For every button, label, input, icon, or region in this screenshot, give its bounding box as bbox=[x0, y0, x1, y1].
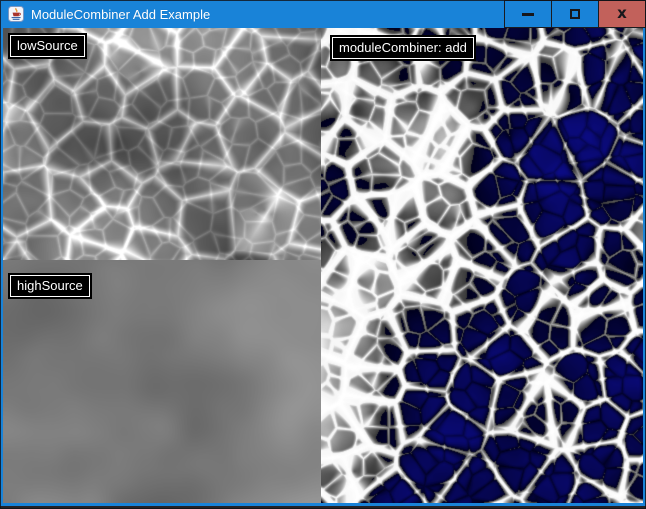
minimize-icon bbox=[522, 13, 534, 16]
modulecombiner-label-text: moduleCombiner: add bbox=[332, 37, 474, 59]
highsource-label: highSource bbox=[8, 273, 92, 299]
maximize-icon bbox=[570, 9, 580, 19]
modulecombiner-label: moduleCombiner: add bbox=[330, 35, 476, 61]
minimize-button[interactable] bbox=[504, 0, 552, 28]
highsource-label-text: highSource bbox=[10, 275, 90, 297]
app-window: ModuleCombiner Add Example x lowSource h… bbox=[0, 0, 646, 509]
window-controls: x bbox=[504, 0, 646, 28]
lowsource-label-text: lowSource bbox=[10, 35, 85, 57]
maximize-button[interactable] bbox=[551, 0, 599, 28]
java-icon[interactable] bbox=[8, 6, 24, 22]
window-title: ModuleCombiner Add Example bbox=[31, 7, 210, 22]
modulecombiner-noise-canvas bbox=[321, 28, 643, 503]
lowsource-noise-canvas bbox=[3, 28, 321, 260]
titlebar[interactable]: ModuleCombiner Add Example x bbox=[0, 0, 646, 28]
noise-view-content: lowSource highSource moduleCombiner: add bbox=[3, 28, 643, 503]
lowsource-label: lowSource bbox=[8, 33, 87, 59]
close-button[interactable]: x bbox=[598, 0, 646, 28]
close-x-icon: x bbox=[617, 6, 627, 21]
